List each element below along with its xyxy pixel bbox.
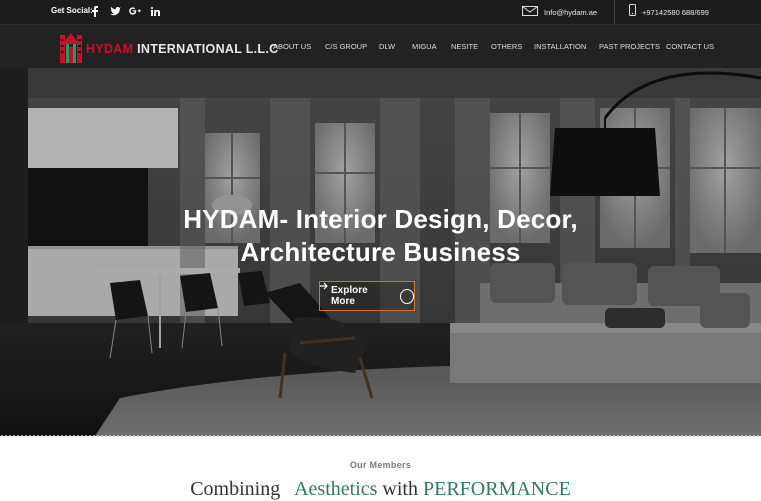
mobile-phone-icon [629,3,636,21]
nav-item-contact-us[interactable]: CONTACT US [666,42,716,51]
facebook-icon[interactable] [89,4,101,18]
main-navbar: HYDAM INTERNATIONAL L.L.C ABOUT US C/S G… [0,24,761,68]
members-heading: Our Members [349,460,412,470]
email-text[interactable]: Info@hydam.ae [544,8,597,17]
hero-title: HYDAM- Interior Design, Decor, Architect… [0,203,761,269]
nav-item-others[interactable]: OTHERS [491,42,534,51]
hero-title-line2: Architecture Business [240,237,521,267]
explore-more-label: Explore More [331,285,368,307]
nav-item-installation[interactable]: INSTALLATION [534,42,599,51]
nav-item-about-us[interactable]: ABOUT US [273,42,325,51]
email-contact[interactable]: Info@hydam.ae [522,0,597,24]
arrow-right-icon [320,282,414,304]
hero-title-line1: HYDAM- Interior Design, Decor, [183,204,578,234]
logo-building-icon [60,29,82,68]
social-label: Get Social: [51,6,93,15]
tagline-part-1: Combining [190,478,281,500]
hero-banner: HYDAM- Interior Design, Decor, Architect… [0,68,761,436]
top-bar: Get Social: Info@hydam.ae +97142580 688/… [0,0,761,24]
envelope-icon [522,3,538,21]
nav-menu: ABOUT US C/S GROUP DLW MIGUA NESITE OTHE… [273,42,716,51]
google-plus-icon[interactable] [129,4,141,18]
nav-item-past-projects[interactable]: PAST PROJECTS [599,42,666,51]
site-logo[interactable]: HYDAM INTERNATIONAL L.L.C [60,29,278,68]
linkedin-icon[interactable] [149,4,161,18]
nav-item-dlw[interactable]: DLW [379,42,412,51]
tagline-part-4: PERFORMANCE [422,478,571,500]
phone-text[interactable]: +97142580 688/699 [642,8,709,17]
explore-more-button[interactable]: Explore More [319,281,415,311]
nav-item-cs-group[interactable]: C/S GROUP [325,42,379,51]
phone-contact[interactable]: +97142580 688/699 [614,0,709,24]
social-icons [89,4,161,18]
nav-item-migua[interactable]: MIGUA [412,42,451,51]
logo-rest: INTERNATIONAL L.L.C [133,41,279,56]
nav-item-nesite[interactable]: NESITE [451,42,491,51]
dotted-divider [0,434,761,438]
tagline-part-2: Aesthetics [294,478,378,500]
tagline-part-3: with [382,478,418,500]
logo-brand: HYDAM [86,41,134,56]
twitter-icon[interactable] [109,4,121,18]
members-tagline: Combining Aesthetics with PERFORMANCE [0,478,761,501]
logo-text[interactable]: HYDAM INTERNATIONAL L.L.C [86,42,278,56]
